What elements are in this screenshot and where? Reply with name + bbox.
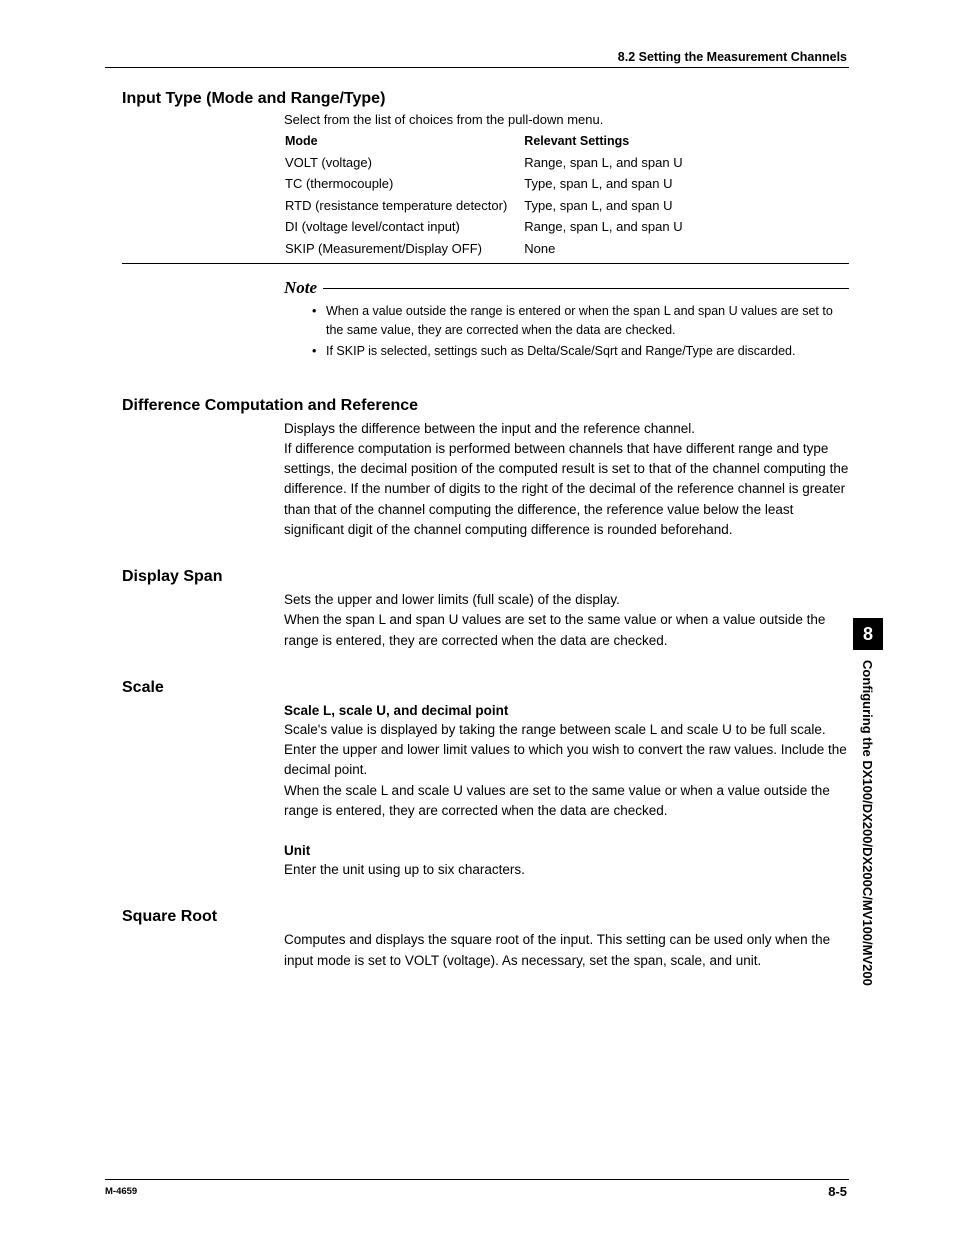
heading-scale: Scale — [122, 679, 849, 697]
note-item: When a value outside the range is entere… — [312, 302, 849, 340]
chapter-tab: 8 — [853, 618, 883, 650]
footer-page-number: 8-5 — [828, 1184, 847, 1199]
footer-doc-id: M-4659 — [105, 1186, 137, 1197]
note-item: If SKIP is selected, settings such as De… — [312, 342, 849, 361]
input-type-body: Select from the list of choices from the… — [284, 112, 849, 259]
dspan-p1: Sets the upper and lower limits (full sc… — [284, 590, 849, 610]
scale-p1: Scale's value is displayed by taking the… — [284, 720, 849, 781]
diff-p1: Displays the difference between the inpu… — [284, 419, 849, 439]
diff-p2: If difference computation is performed b… — [284, 439, 849, 540]
heading-diff: Difference Computation and Reference — [122, 397, 849, 415]
table-row: SKIP (Measurement/Display OFF)None — [284, 238, 699, 260]
content-area: Input Type (Mode and Range/Type) Select … — [122, 90, 849, 971]
chapter-side-label: Configuring the DX100/DX200/DX200C/MV100… — [853, 660, 883, 1060]
col-mode: Mode — [284, 131, 523, 152]
dspan-p2: When the span L and span U values are se… — [284, 610, 849, 651]
sqrt-body: Computes and displays the square root of… — [284, 930, 849, 971]
heading-display-span: Display Span — [122, 568, 849, 586]
display-span-body: Sets the upper and lower limits (full sc… — [284, 590, 849, 651]
scale-sub2: Unit — [284, 843, 849, 858]
diff-body: Displays the difference between the inpu… — [284, 419, 849, 541]
heading-sqrt: Square Root — [122, 908, 849, 926]
footer-rule — [105, 1179, 849, 1180]
chapter-side-label-text: Configuring the DX100/DX200/DX200C/MV100… — [860, 660, 875, 986]
scale-body: Scale L, scale U, and decimal point Scal… — [284, 703, 849, 881]
table-rule — [122, 263, 849, 264]
table-row: RTD (resistance temperature detector)Typ… — [284, 195, 699, 217]
note-list: When a value outside the range is entere… — [312, 302, 849, 360]
input-type-intro: Select from the list of choices from the… — [284, 112, 849, 127]
col-settings: Relevant Settings — [523, 131, 698, 152]
scale-p2: When the scale L and scale U values are … — [284, 781, 849, 822]
running-header: 8.2 Setting the Measurement Channels — [618, 50, 847, 64]
table-row: DI (voltage level/contact input)Range, s… — [284, 216, 699, 238]
scale-sub1: Scale L, scale U, and decimal point — [284, 703, 849, 718]
note-block: Note When a value outside the range is e… — [284, 278, 849, 360]
mode-settings-table: Mode Relevant Settings VOLT (voltage)Ran… — [284, 131, 699, 259]
note-rule — [323, 288, 849, 289]
sqrt-p1: Computes and displays the square root of… — [284, 930, 849, 971]
table-row: VOLT (voltage)Range, span L, and span U — [284, 152, 699, 174]
heading-input-type: Input Type (Mode and Range/Type) — [122, 90, 849, 108]
note-label: Note — [284, 278, 323, 298]
table-row: TC (thermocouple)Type, span L, and span … — [284, 173, 699, 195]
page: 8.2 Setting the Measurement Channels Inp… — [0, 0, 954, 1235]
scale-p3: Enter the unit using up to six character… — [284, 860, 849, 880]
header-rule — [105, 67, 849, 68]
